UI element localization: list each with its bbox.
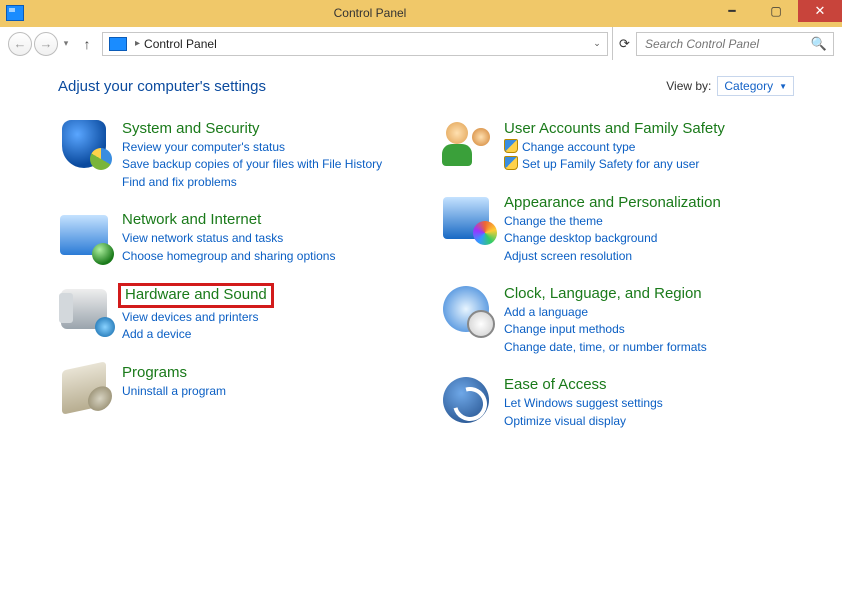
control-panel-window: Control Panel ━ ▢ ✕ ← → ▾ ↑ ▸ Control Pa…	[0, 0, 842, 594]
system-security-icon[interactable]	[58, 118, 110, 170]
up-button[interactable]: ↑	[76, 33, 98, 55]
programs-icon[interactable]	[58, 362, 110, 414]
content-header: Adjust your computer's settings View by:…	[58, 76, 814, 96]
category-user-accounts: User Accounts and Family Safety Change a…	[440, 118, 814, 174]
refresh-button[interactable]: ⟳	[612, 27, 636, 60]
search-icon[interactable]: 🔍	[811, 36, 827, 52]
address-bar[interactable]: ▸ Control Panel ⌄	[102, 32, 608, 56]
change-account-type-link[interactable]: Change account type	[504, 139, 725, 156]
hardware-sound-link[interactable]: Hardware and Sound	[125, 286, 267, 303]
category-appearance: Appearance and Personalization Change th…	[440, 192, 814, 265]
ease-of-access-link[interactable]: Ease of Access	[504, 376, 663, 393]
content-area: Adjust your computer's settings View by:…	[0, 60, 842, 594]
clock-language-icon[interactable]	[440, 283, 492, 335]
address-icon	[109, 37, 127, 51]
find-fix-problems-link[interactable]: Find and fix problems	[122, 174, 382, 191]
family-safety-link[interactable]: Set up Family Safety for any user	[504, 156, 725, 173]
input-methods-link[interactable]: Change input methods	[504, 321, 707, 338]
hardware-sound-icon[interactable]	[58, 283, 110, 335]
devices-printers-link[interactable]: View devices and printers	[122, 309, 270, 326]
chevron-down-icon: ▼	[779, 82, 787, 91]
user-accounts-link[interactable]: User Accounts and Family Safety	[504, 120, 725, 137]
titlebar[interactable]: Control Panel ━ ▢ ✕	[0, 0, 842, 26]
chevron-right-icon: ▸	[131, 38, 144, 49]
category-ease-of-access: Ease of Access Let Windows suggest setti…	[440, 374, 814, 430]
category-hardware-sound: Hardware and Sound View devices and prin…	[58, 283, 432, 344]
category-clock-language: Clock, Language, and Region Add a langua…	[440, 283, 814, 356]
add-language-link[interactable]: Add a language	[504, 304, 707, 321]
left-column: System and Security Review your computer…	[58, 118, 432, 448]
ease-of-access-icon[interactable]	[440, 374, 492, 426]
history-dropdown[interactable]: ▾	[60, 38, 72, 49]
desktop-background-link[interactable]: Change desktop background	[504, 230, 721, 247]
viewby-label: View by:	[666, 79, 711, 93]
window-title: Control Panel	[30, 0, 710, 26]
category-columns: System and Security Review your computer…	[58, 118, 814, 448]
back-button[interactable]: ←	[8, 32, 32, 56]
right-column: User Accounts and Family Safety Change a…	[440, 118, 814, 448]
system-security-link[interactable]: System and Security	[122, 120, 382, 137]
network-internet-icon[interactable]	[58, 209, 110, 261]
review-status-link[interactable]: Review your computer's status	[122, 139, 382, 156]
viewby-value: Category	[724, 79, 773, 93]
add-device-link[interactable]: Add a device	[122, 326, 270, 343]
viewby-dropdown[interactable]: Category ▼	[717, 76, 794, 96]
network-status-link[interactable]: View network status and tasks	[122, 230, 335, 247]
address-dropdown[interactable]: ⌄	[589, 38, 605, 49]
search-box[interactable]: 🔍	[636, 32, 834, 56]
toolbar: ← → ▾ ↑ ▸ Control Panel ⌄ ⟳ 🔍	[0, 26, 842, 60]
suggest-settings-link[interactable]: Let Windows suggest settings	[504, 395, 663, 412]
close-button[interactable]: ✕	[798, 0, 842, 22]
category-programs: Programs Uninstall a program	[58, 362, 432, 414]
window-controls: ━ ▢ ✕	[710, 0, 842, 22]
address-text: Control Panel	[144, 37, 217, 51]
network-internet-link[interactable]: Network and Internet	[122, 211, 335, 228]
homegroup-sharing-link[interactable]: Choose homegroup and sharing options	[122, 248, 335, 265]
hardware-sound-highlight: Hardware and Sound	[118, 283, 274, 308]
optimize-visual-link[interactable]: Optimize visual display	[504, 413, 663, 430]
programs-link[interactable]: Programs	[122, 364, 226, 381]
page-heading: Adjust your computer's settings	[58, 78, 666, 95]
minimize-button[interactable]: ━	[710, 0, 754, 22]
user-accounts-icon[interactable]	[440, 118, 492, 170]
change-theme-link[interactable]: Change the theme	[504, 213, 721, 230]
category-system-security: System and Security Review your computer…	[58, 118, 432, 191]
forward-button[interactable]: →	[34, 32, 58, 56]
search-input[interactable]	[643, 36, 811, 52]
file-history-link[interactable]: Save backup copies of your files with Fi…	[122, 156, 382, 173]
appearance-icon[interactable]	[440, 192, 492, 244]
maximize-button[interactable]: ▢	[754, 0, 798, 22]
app-icon	[6, 5, 24, 21]
appearance-link[interactable]: Appearance and Personalization	[504, 194, 721, 211]
uninstall-program-link[interactable]: Uninstall a program	[122, 383, 226, 400]
date-time-formats-link[interactable]: Change date, time, or number formats	[504, 339, 707, 356]
category-network-internet: Network and Internet View network status…	[58, 209, 432, 265]
screen-resolution-link[interactable]: Adjust screen resolution	[504, 248, 721, 265]
clock-language-link[interactable]: Clock, Language, and Region	[504, 285, 707, 302]
